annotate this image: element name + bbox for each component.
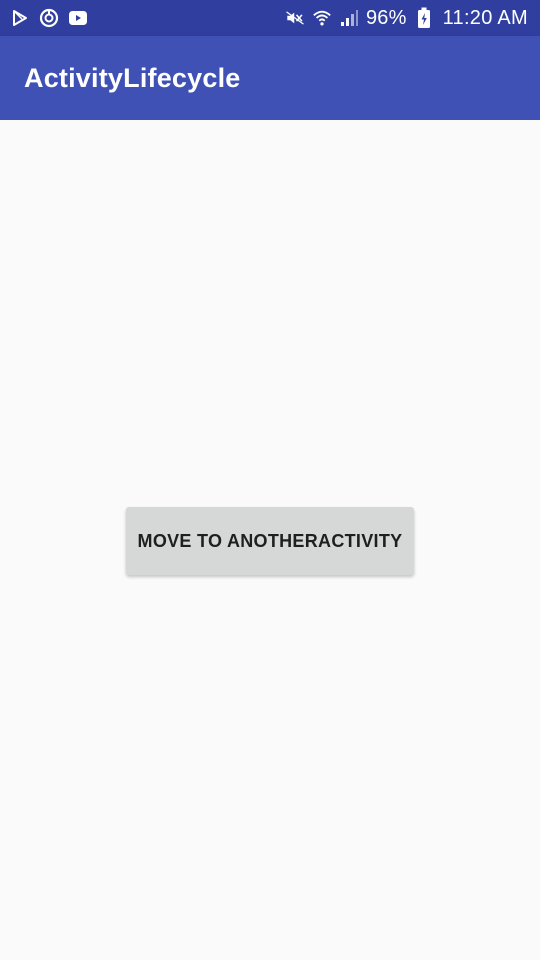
sync-circle-icon: [39, 8, 59, 28]
battery-charging-icon: [414, 7, 434, 28]
notification-icons: [10, 8, 88, 28]
signal-icon: [339, 8, 359, 28]
system-status: 96% 11:20 AM: [285, 7, 528, 30]
app-title: ActivityLifecycle: [24, 62, 241, 93]
app-bar: ActivityLifecycle: [0, 36, 540, 120]
mute-icon: [285, 8, 305, 28]
youtube-icon: [68, 8, 88, 28]
move-to-another-activity-button[interactable]: MOVE TO ANOTHERACTIVITY: [126, 507, 414, 575]
wifi-icon: [312, 8, 332, 28]
status-bar: 96% 11:20 AM: [0, 0, 540, 36]
clock: 11:20 AM: [442, 6, 528, 29]
play-store-icon: [10, 8, 30, 28]
battery-percentage: 96%: [365, 6, 407, 29]
main-content: MOVE TO ANOTHERACTIVITY: [0, 120, 540, 960]
